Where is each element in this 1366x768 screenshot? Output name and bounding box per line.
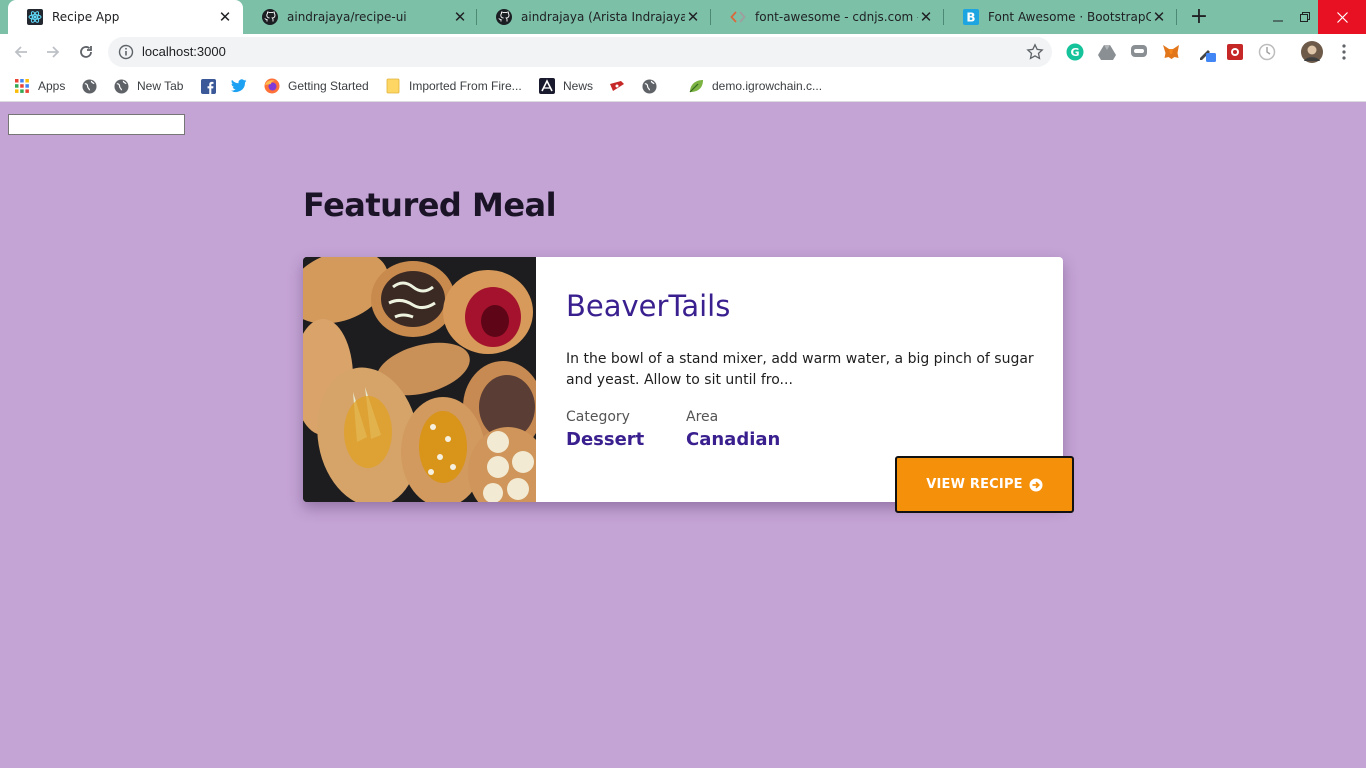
reload-icon: [80, 46, 92, 58]
bookmark-star-icon[interactable]: [1026, 43, 1044, 61]
news-icon: [539, 78, 555, 94]
close-tab-icon[interactable]: ✕: [685, 9, 701, 25]
bookmark-imported-folder[interactable]: Imported From Fire...: [385, 76, 522, 96]
react-icon: [27, 9, 43, 25]
drive-icon[interactable]: [1097, 42, 1117, 62]
bookmark-igrowchain[interactable]: demo.igrowchain.c...: [688, 76, 822, 96]
address-bar[interactable]: localhost:3000: [108, 37, 1052, 67]
new-tab-button[interactable]: +: [1189, 6, 1209, 28]
close-tab-icon[interactable]: ✕: [217, 9, 233, 25]
close-tab-icon[interactable]: ✕: [918, 9, 934, 25]
bookmark-label: Imported From Fire...: [409, 79, 522, 93]
minimize-icon: [1273, 20, 1283, 22]
reload-button[interactable]: [74, 40, 98, 64]
tab-title: aindrajaya/recipe-ui: [287, 10, 407, 24]
bookmark-getting-started[interactable]: Getting Started: [264, 76, 369, 96]
meal-category: Category Dessert: [566, 409, 644, 450]
bookmarks-bar: Apps New Tab Getting Started Imported Fr…: [0, 70, 1366, 102]
area-label: Area: [686, 409, 719, 425]
tab-title: aindrajaya (Arista Indrajaya): [521, 10, 685, 24]
tab-title: Recipe App: [52, 10, 120, 24]
tab-separator: [1176, 9, 1177, 25]
view-recipe-label: VIEW RECIPE: [926, 477, 1023, 492]
leaf-icon: [688, 78, 704, 94]
bookmark-label: News: [563, 79, 594, 93]
category-value: Dessert: [566, 429, 645, 450]
view-recipe-button[interactable]: VIEW RECIPE: [895, 456, 1074, 513]
tab-github-profile[interactable]: aindrajaya (Arista Indrajaya) ✕: [477, 0, 711, 34]
bookmark-apps[interactable]: Apps: [14, 76, 65, 96]
info-icon[interactable]: [118, 44, 134, 60]
bookmark-news[interactable]: News: [539, 76, 593, 96]
tab-cdnjs[interactable]: font-awesome - cdnjs.com - The ✕: [711, 0, 944, 34]
avatar[interactable]: [1301, 41, 1323, 63]
tab-title: font-awesome - cdnjs.com - The: [755, 10, 918, 24]
bookmark-label: demo.igrowchain.c...: [712, 79, 823, 93]
globe-icon: [81, 78, 97, 94]
github-icon: [262, 9, 278, 25]
bookmark-globe-2[interactable]: [641, 76, 665, 96]
ticket-icon: [609, 78, 625, 94]
bookmark-label: Getting Started: [288, 79, 369, 93]
firefox-icon: [264, 78, 280, 94]
page-title: Featured Meal: [303, 186, 557, 224]
forward-arrow-icon: [47, 46, 60, 58]
back-arrow-icon: [14, 46, 27, 58]
bookmark-twitter[interactable]: [231, 76, 255, 96]
restore-button[interactable]: [1292, 0, 1318, 34]
bookmark-facebook[interactable]: [200, 76, 224, 96]
chat-extension-icon[interactable]: [1129, 42, 1149, 62]
github-icon: [496, 9, 512, 25]
globe-icon: [641, 78, 657, 94]
browser-tabstrip: Recipe App ✕ aindrajaya/recipe-ui ✕ aind…: [0, 0, 1366, 34]
minimize-button[interactable]: [1264, 0, 1292, 34]
puzzle-extension-icon[interactable]: [1225, 42, 1245, 62]
restore-icon: [1300, 12, 1310, 22]
code-icon: [730, 9, 746, 25]
facebook-icon: [200, 78, 216, 94]
url-text: localhost:3000: [142, 44, 226, 59]
meal-title: BeaverTails: [566, 289, 731, 323]
menu-kebab-icon[interactable]: [1334, 42, 1354, 62]
close-window-button[interactable]: [1318, 0, 1366, 34]
tab-recipe-app[interactable]: Recipe App ✕: [8, 0, 243, 34]
close-tab-icon[interactable]: ✕: [1151, 9, 1167, 25]
svg-text:B: B: [966, 11, 975, 25]
apps-grid-icon: [14, 78, 30, 94]
bookmark-new-tab[interactable]: New Tab: [113, 76, 183, 96]
svg-text:G: G: [1070, 46, 1079, 59]
tab-title: Font Awesome · BootstrapCDN: [988, 10, 1151, 24]
timer-extension-icon[interactable]: [1257, 42, 1277, 62]
tab-recipe-ui-repo[interactable]: aindrajaya/recipe-ui ✕: [243, 0, 478, 34]
eyedropper-icon[interactable]: [1197, 42, 1217, 62]
category-label: Category: [566, 409, 630, 425]
folder-icon: [385, 78, 401, 94]
close-icon: [1336, 11, 1348, 23]
forward-button[interactable]: [41, 40, 65, 64]
globe-icon: [113, 78, 129, 94]
bookmark-label: New Tab: [137, 79, 184, 93]
back-button[interactable]: [9, 40, 33, 64]
meal-description: In the bowl of a stand mixer, add warm w…: [566, 351, 1034, 388]
metamask-icon[interactable]: [1161, 42, 1181, 62]
search-input[interactable]: [8, 114, 185, 135]
browser-toolbar: localhost:3000 G: [0, 34, 1366, 70]
twitter-icon: [231, 78, 247, 94]
area-value: Canadian: [686, 429, 781, 450]
meal-image: [303, 257, 536, 502]
bookmark-ticket[interactable]: [609, 76, 633, 96]
arrow-circle-right-icon: [1029, 478, 1043, 492]
bookmark-globe[interactable]: [81, 76, 105, 96]
bootstrap-icon: B: [963, 9, 979, 25]
meal-area: Area Canadian: [686, 409, 780, 450]
grammarly-icon[interactable]: G: [1065, 42, 1085, 62]
bookmark-label: Apps: [38, 79, 66, 93]
close-tab-icon[interactable]: ✕: [452, 9, 468, 25]
tab-bootstrapcdn[interactable]: B Font Awesome · BootstrapCDN ✕: [944, 0, 1177, 34]
